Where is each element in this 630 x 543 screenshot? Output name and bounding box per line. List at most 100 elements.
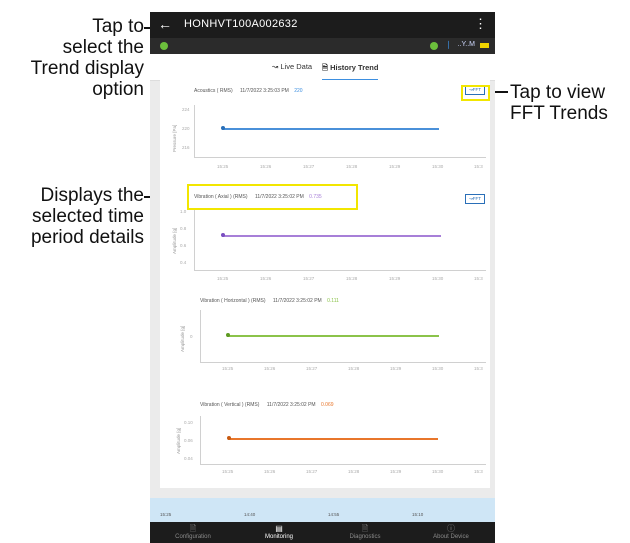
- data-point: [226, 333, 230, 337]
- x-tick: 15:26: [264, 366, 276, 371]
- timeline-scrubber[interactable]: 15:25 14:40 14:55 15:10: [150, 498, 495, 522]
- x-tick: 15:27: [303, 164, 315, 169]
- data-point: [221, 233, 225, 237]
- x-tick: 15:25: [222, 366, 234, 371]
- y-axis-label: Amplitude [g]: [176, 427, 181, 454]
- chart-value: 220: [294, 88, 303, 94]
- chart-value: 0.111: [327, 298, 339, 304]
- callout-fft: Tap to view FFT Trends: [510, 82, 630, 124]
- chart-card-vibration: Vibration ( Axial ) (RMS) 11/7/2022 3:25…: [160, 182, 490, 488]
- x-tick: 15:3: [474, 164, 483, 169]
- back-arrow-icon[interactable]: ←: [158, 16, 172, 32]
- x-tick: 15:3: [474, 276, 483, 281]
- battery-icon: [480, 43, 489, 48]
- nav-label: Monitoring: [264, 534, 293, 540]
- x-tick: 15:28: [348, 469, 360, 474]
- nav-label: About Device: [433, 534, 469, 540]
- fft-button[interactable]: ↝FFT: [465, 194, 485, 204]
- view-tabs: ↝ Live Data 🗎 History Trend: [150, 54, 495, 81]
- y-tick: 0.6: [180, 243, 187, 248]
- document-icon: 🗎: [361, 524, 369, 533]
- status-bar: ❘ ..Y..M: [150, 38, 495, 54]
- x-tick: 15:3: [474, 366, 483, 371]
- x-tick: 15:26: [260, 164, 272, 169]
- timeline-tick: 14:40: [244, 512, 256, 517]
- chart-title: Vibration ( Horizontal ) (RMS) 11/7/2022…: [200, 298, 339, 304]
- x-tick: 15:29: [389, 276, 401, 281]
- x-tick: 15:29: [389, 164, 401, 169]
- nav-label: Configuration: [175, 534, 211, 540]
- document-icon: 🗎: [322, 63, 329, 72]
- chart-icon: ▤: [275, 524, 283, 533]
- signal-text: ..Y..M: [457, 41, 475, 48]
- x-tick: 15:30: [432, 164, 444, 169]
- series-line: [222, 128, 439, 130]
- callout-line: Tap to view: [510, 82, 606, 103]
- chart-name: Vibration ( Horizontal ) (RMS): [200, 298, 266, 304]
- x-axis: [200, 464, 486, 465]
- x-tick: 15:27: [306, 366, 318, 371]
- x-tick: 15:25: [222, 469, 234, 474]
- x-tick: 15:26: [264, 469, 276, 474]
- y-tick: 0.04: [184, 456, 193, 461]
- tab-history-trend[interactable]: 🗎 History Trend: [322, 62, 379, 81]
- y-tick: 0.8: [180, 226, 187, 231]
- y-tick: 0.10: [184, 420, 193, 425]
- x-axis: [194, 157, 486, 158]
- timeline-tick: 15:10: [412, 512, 424, 517]
- chart-title: Acoustics ( RMS) 11/7/2022 3:25:03 PM 22…: [194, 88, 303, 94]
- chart-timestamp: 11/7/2022 3:25:02 PM: [272, 298, 322, 304]
- y-tick: 0.4: [180, 260, 187, 265]
- timeline-tick: 15:25: [160, 512, 172, 517]
- connection-status-icon: [160, 42, 168, 50]
- chart-timestamp: 11/7/2022 3:25:03 PM: [240, 88, 289, 94]
- y-axis-label: Amplitude [g]: [180, 325, 185, 352]
- nav-monitoring[interactable]: ▤ Monitoring: [236, 522, 322, 543]
- tab-label: History Trend: [330, 63, 379, 72]
- y-tick: 220: [182, 126, 190, 131]
- chart-title: Vibration ( Vertical ) (RMS) 11/7/2022 3…: [200, 402, 334, 408]
- callout-line: select the: [62, 37, 144, 58]
- y-tick: 0: [190, 334, 193, 339]
- y-axis: [194, 208, 195, 270]
- x-axis: [194, 270, 486, 271]
- data-point: [221, 126, 225, 130]
- highlight-time-period: [187, 184, 358, 210]
- tab-live-data[interactable]: ↝ Live Data: [272, 62, 312, 71]
- x-tick: 15:28: [348, 366, 360, 371]
- callout-line: period details: [30, 227, 144, 248]
- series-line: [227, 335, 439, 337]
- kebab-menu-icon[interactable]: ⋮: [474, 16, 487, 32]
- x-tick: 15:30: [432, 276, 444, 281]
- chart-name: Vibration ( Vertical ) (RMS): [200, 402, 260, 408]
- device-title: HONHVT100A002632: [184, 18, 298, 30]
- phone-screen: ← HONHVT100A002632 ⋮ ❘ ..Y..M ↝ Live Dat…: [150, 12, 495, 543]
- x-tick: 15:29: [390, 366, 402, 371]
- callout-line: FFT Trends: [510, 103, 608, 124]
- trend-icon: ↝: [272, 62, 279, 71]
- chart-name: Acoustics ( RMS): [194, 88, 233, 94]
- x-tick: 15:28: [346, 164, 358, 169]
- y-axis: [200, 416, 201, 464]
- app-header: ← HONHVT100A002632 ⋮: [150, 12, 495, 38]
- callout-line: Tap to: [92, 16, 144, 37]
- status-ok-icon: [430, 42, 438, 50]
- x-tick: 15:30: [432, 469, 444, 474]
- series-line: [222, 235, 441, 237]
- chart-card-acoustics: Acoustics ( RMS) 11/7/2022 3:25:03 PM 22…: [160, 80, 490, 190]
- nav-about-device[interactable]: ⓘ About Device: [408, 522, 494, 543]
- nav-configuration[interactable]: 🗎 Configuration: [150, 522, 236, 543]
- x-tick: 15:29: [390, 469, 402, 474]
- x-tick: 15:30: [432, 366, 444, 371]
- chart-timestamp: 11/7/2022 3:25:02 PM: [266, 402, 316, 408]
- y-tick: 216: [182, 145, 190, 150]
- x-tick: 15:25: [217, 164, 229, 169]
- callout-line: Displays the: [40, 185, 145, 206]
- callout-line: Trend display: [30, 58, 144, 79]
- callout-line: selected time: [32, 206, 144, 227]
- callout-line: option: [92, 79, 144, 100]
- callout-trend-option: Tap to select the Trend display option: [4, 16, 144, 100]
- nav-diagnostics[interactable]: 🗎 Diagnostics: [322, 522, 408, 543]
- y-tick: 1.0: [180, 209, 187, 214]
- y-axis-label: Pressure [Pa]: [172, 124, 177, 152]
